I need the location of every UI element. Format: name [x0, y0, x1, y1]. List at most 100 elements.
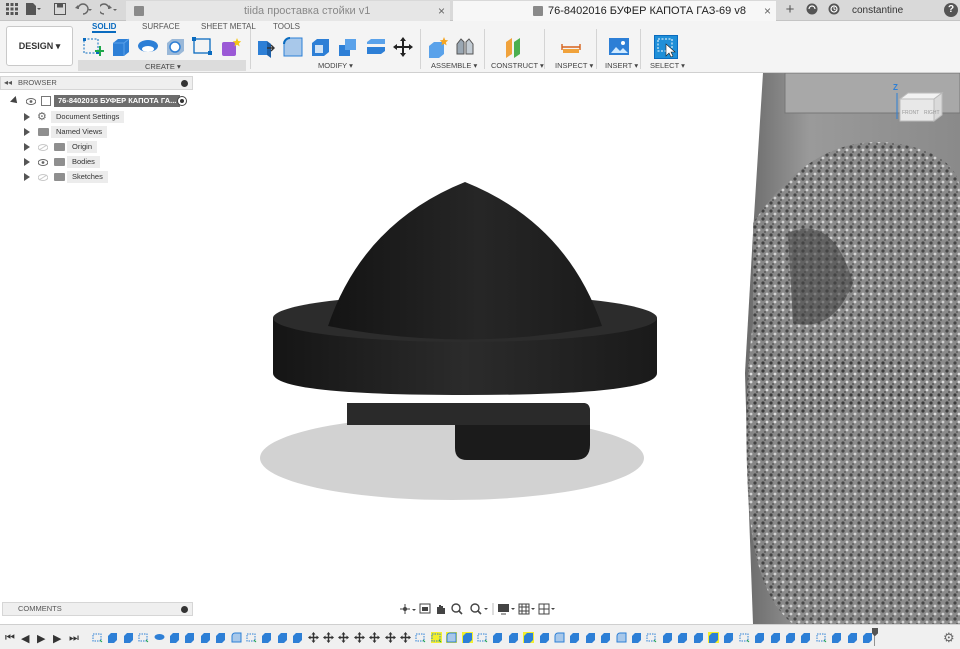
browser-panel-header[interactable]: ◂◂ BROWSER: [0, 76, 193, 90]
hidden-eye-icon[interactable]: [37, 143, 49, 151]
help-icon[interactable]: ?: [944, 3, 958, 17]
go-to-start-icon[interactable]: ⏮: [5, 632, 15, 645]
timeline-feature-icon[interactable]: [600, 632, 611, 643]
timeline-feature-icon[interactable]: [523, 632, 534, 643]
visibility-eye-icon[interactable]: [37, 158, 49, 166]
collapse-panel-icon[interactable]: ◂◂: [4, 78, 12, 87]
timeline-feature-icon[interactable]: [261, 632, 272, 643]
timeline-feature-icon[interactable]: [847, 632, 858, 643]
timeline-feature-icon[interactable]: [616, 632, 627, 643]
browser-root-item[interactable]: 76-8402016 БУФЕР КАПОТА ГА...: [0, 95, 193, 107]
timeline-feature-icon[interactable]: [154, 632, 165, 643]
select-menu[interactable]: SELECT ▾: [650, 61, 685, 70]
timeline-feature-icon[interactable]: [462, 632, 473, 643]
timeline-feature-icon[interactable]: [446, 632, 457, 643]
fit-zoom-icon[interactable]: [470, 603, 488, 615]
timeline-feature-icon[interactable]: [708, 632, 719, 643]
timeline-feature-icon[interactable]: [246, 632, 257, 643]
insert-menu[interactable]: INSERT ▾: [605, 61, 638, 70]
play-icon[interactable]: ▶: [37, 632, 45, 645]
timeline-feature-icon[interactable]: [631, 632, 642, 643]
close-tab-icon[interactable]: ×: [764, 1, 771, 21]
timeline-feature-icon[interactable]: [754, 632, 765, 643]
display-settings-icon[interactable]: [498, 604, 515, 615]
orbit-icon[interactable]: [400, 604, 416, 614]
assemble-menu[interactable]: ASSEMBLE ▾: [431, 61, 477, 70]
timeline-feature-icon[interactable]: [539, 632, 550, 643]
expand-arrow-icon[interactable]: [10, 96, 20, 106]
tab-surface[interactable]: SURFACE: [142, 21, 180, 33]
modify-menu[interactable]: MODIFY ▾: [318, 61, 353, 70]
timeline-feature-icon[interactable]: [415, 632, 426, 643]
new-tab-button[interactable]: +: [782, 2, 798, 17]
timeline-feature-icon[interactable]: [646, 632, 657, 643]
timeline-feature-icon[interactable]: [831, 632, 842, 643]
3d-viewport[interactable]: Z FRONT RIGHT: [193, 72, 960, 624]
expand-arrow-icon[interactable]: [24, 128, 30, 136]
timeline-feature-icon[interactable]: [739, 632, 750, 643]
save-icon[interactable]: [52, 3, 68, 17]
timeline-feature-icon[interactable]: [723, 632, 734, 643]
construct-menu[interactable]: CONSTRUCT ▾: [491, 61, 544, 70]
browser-item-document-settings[interactable]: ⚙ Document Settings: [0, 111, 193, 123]
timeline-feature-icon[interactable]: [323, 632, 334, 643]
timeline-feature-icon[interactable]: [800, 632, 811, 643]
timeline-feature-icon[interactable]: [138, 632, 149, 643]
fillet-icon[interactable]: [282, 36, 304, 58]
timeline-feature-icon[interactable]: [107, 632, 118, 643]
shell-icon[interactable]: [310, 36, 332, 58]
timeline-feature-icon[interactable]: [508, 632, 519, 643]
timeline-feature-icon[interactable]: [862, 632, 873, 643]
insert-image-icon[interactable]: [608, 36, 630, 58]
timeline-feature-icon[interactable]: [123, 632, 134, 643]
timeline-feature-icon[interactable]: [492, 632, 503, 643]
root-label[interactable]: 76-8402016 БУФЕР КАПОТА ГА...: [54, 95, 181, 107]
tab-tools[interactable]: TOOLS: [273, 21, 300, 33]
redo-icon[interactable]: [98, 3, 117, 17]
timeline-feature-icon[interactable]: [92, 632, 103, 643]
timeline-feature-icon[interactable]: [200, 632, 211, 643]
timeline-feature-icon[interactable]: [677, 632, 688, 643]
timeline-feature-icon[interactable]: [169, 632, 180, 643]
file-menu-icon[interactable]: [25, 3, 41, 17]
timeline-feature-icon[interactable]: [400, 632, 411, 643]
undo-icon[interactable]: [75, 3, 92, 17]
inspect-menu[interactable]: INSPECT ▾: [555, 61, 593, 70]
create-sketch-icon[interactable]: [82, 36, 105, 58]
browser-item-sketches[interactable]: Sketches: [0, 171, 193, 183]
step-back-icon[interactable]: ◀: [21, 632, 29, 645]
tab-tiida[interactable]: tiida проставка стойки v1 ×: [126, 1, 450, 21]
tab-solid[interactable]: SOLID: [92, 21, 117, 33]
timeline-feature-icon[interactable]: [292, 632, 303, 643]
timeline-feature-icon[interactable]: [369, 632, 380, 643]
timeline-feature-icon[interactable]: [277, 632, 288, 643]
browser-item-bodies[interactable]: Bodies: [0, 156, 193, 168]
timeline-feature-icon[interactable]: [308, 632, 319, 643]
zoom-icon[interactable]: [451, 603, 463, 615]
job-status-icon[interactable]: [804, 3, 820, 17]
timeline-feature-icon[interactable]: [354, 632, 365, 643]
panel-pin-icon[interactable]: [181, 80, 188, 87]
visibility-eye-icon[interactable]: [25, 97, 37, 105]
comments-panel-header[interactable]: COMMENTS: [2, 602, 193, 616]
hole-icon[interactable]: [165, 36, 187, 58]
timeline-feature-icon[interactable]: [785, 632, 796, 643]
timeline-feature-icon[interactable]: [431, 632, 442, 643]
timeline-feature-icon[interactable]: [770, 632, 781, 643]
viewcube[interactable]: Z FRONT RIGHT: [888, 83, 946, 133]
joint-icon[interactable]: [454, 36, 476, 58]
offset-plane-icon[interactable]: [503, 36, 525, 58]
timeline-feature-icon[interactable]: [184, 632, 195, 643]
browser-item-origin[interactable]: Origin: [0, 141, 193, 153]
timeline-settings-gear-icon[interactable]: ⚙: [943, 630, 955, 646]
timeline-feature-icon[interactable]: [231, 632, 242, 643]
expand-arrow-icon[interactable]: [24, 158, 30, 166]
timeline-feature-icon[interactable]: [693, 632, 704, 643]
press-pull-icon[interactable]: [255, 36, 277, 58]
extrude-icon[interactable]: [110, 36, 132, 58]
timeline-feature-icon[interactable]: [569, 632, 580, 643]
timeline-feature-icon[interactable]: [338, 632, 349, 643]
pan-hand-icon[interactable]: [437, 605, 445, 614]
revolve-icon[interactable]: [137, 36, 159, 58]
browser-item-named-views[interactable]: Named Views: [0, 126, 193, 138]
